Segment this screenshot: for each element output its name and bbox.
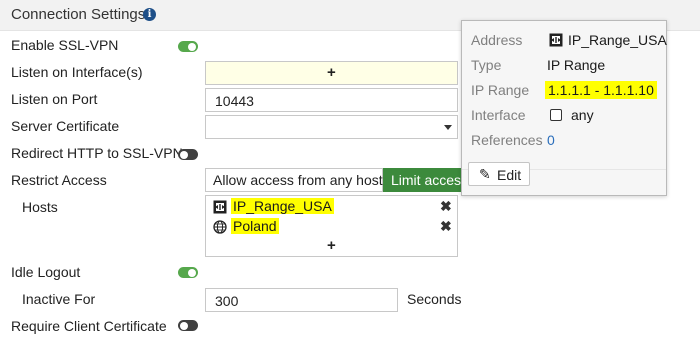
redirect-http-label: Redirect HTTP to SSL-VPN [11, 145, 183, 161]
inactive-for-value: 300 [215, 293, 239, 309]
idle-logout-toggle[interactable] [178, 267, 198, 278]
ip-range-icon [549, 33, 563, 47]
address-value: IP_Range_USA [568, 32, 667, 48]
host-item[interactable]: Poland [213, 218, 458, 236]
globe-icon [213, 220, 227, 234]
host-name: IP_Range_USA [231, 198, 334, 214]
enable-ssl-vpn-toggle[interactable] [178, 41, 198, 52]
require-client-cert-label: Require Client Certificate [11, 318, 167, 334]
inactive-for-unit: Seconds [407, 291, 462, 307]
ip-range-value: 1.1.1.1 - 1.1.1.10 [545, 81, 657, 99]
edit-button-label: Edit [497, 167, 522, 183]
references-count-link[interactable]: 0 [547, 132, 555, 148]
restrict-access-label: Restrict Access [11, 172, 107, 188]
limit-access-button[interactable]: Limit access [383, 168, 465, 192]
listen-port-value: 10443 [215, 93, 254, 109]
ip-range-label: IP Range [471, 82, 530, 98]
host-item[interactable]: IP_Range_USA [213, 198, 458, 216]
listen-interface-field[interactable]: + [205, 61, 458, 85]
hosts-label: Hosts [22, 199, 58, 215]
type-value: IP Range [547, 57, 606, 73]
enable-ssl-vpn-label: Enable SSL-VPN [11, 37, 119, 53]
host-name: Poland [231, 218, 279, 234]
interface-value: any [571, 107, 594, 123]
add-host-button[interactable]: + [327, 237, 336, 254]
info-icon[interactable]: i [143, 8, 156, 21]
address-tooltip-popup: Address IP_Range_USA Type IP Range IP Ra… [461, 20, 667, 196]
remove-host-icon[interactable]: ✖ [440, 198, 452, 215]
inactive-for-label: Inactive For [22, 291, 96, 307]
address-label: Address [471, 32, 523, 48]
chevron-down-icon [444, 125, 452, 130]
interface-checkbox [550, 109, 562, 121]
edit-button[interactable]: ✎ Edit [468, 162, 530, 186]
require-client-cert-toggle[interactable] [178, 320, 198, 331]
server-certificate-select[interactable] [205, 115, 458, 139]
server-certificate-label: Server Certificate [11, 118, 120, 134]
type-label: Type [471, 57, 502, 73]
remove-host-icon[interactable]: ✖ [440, 218, 452, 235]
listen-port-label: Listen on Port [11, 91, 98, 107]
ip-range-icon [213, 200, 227, 214]
idle-logout-label: Idle Logout [11, 264, 81, 280]
allow-any-host-button[interactable]: Allow access from any host [205, 168, 383, 192]
interface-label: Interface [471, 107, 526, 123]
listen-interface-label: Listen on Interface(s) [11, 64, 143, 80]
references-label: References [471, 132, 543, 148]
listen-port-input[interactable]: 10443 [205, 88, 458, 112]
pencil-icon: ✎ [479, 166, 491, 182]
redirect-http-toggle[interactable] [178, 149, 198, 160]
inactive-for-input[interactable]: 300 [205, 288, 398, 312]
add-interface-button[interactable]: + [327, 64, 336, 81]
section-title: Connection Settings [11, 6, 146, 23]
